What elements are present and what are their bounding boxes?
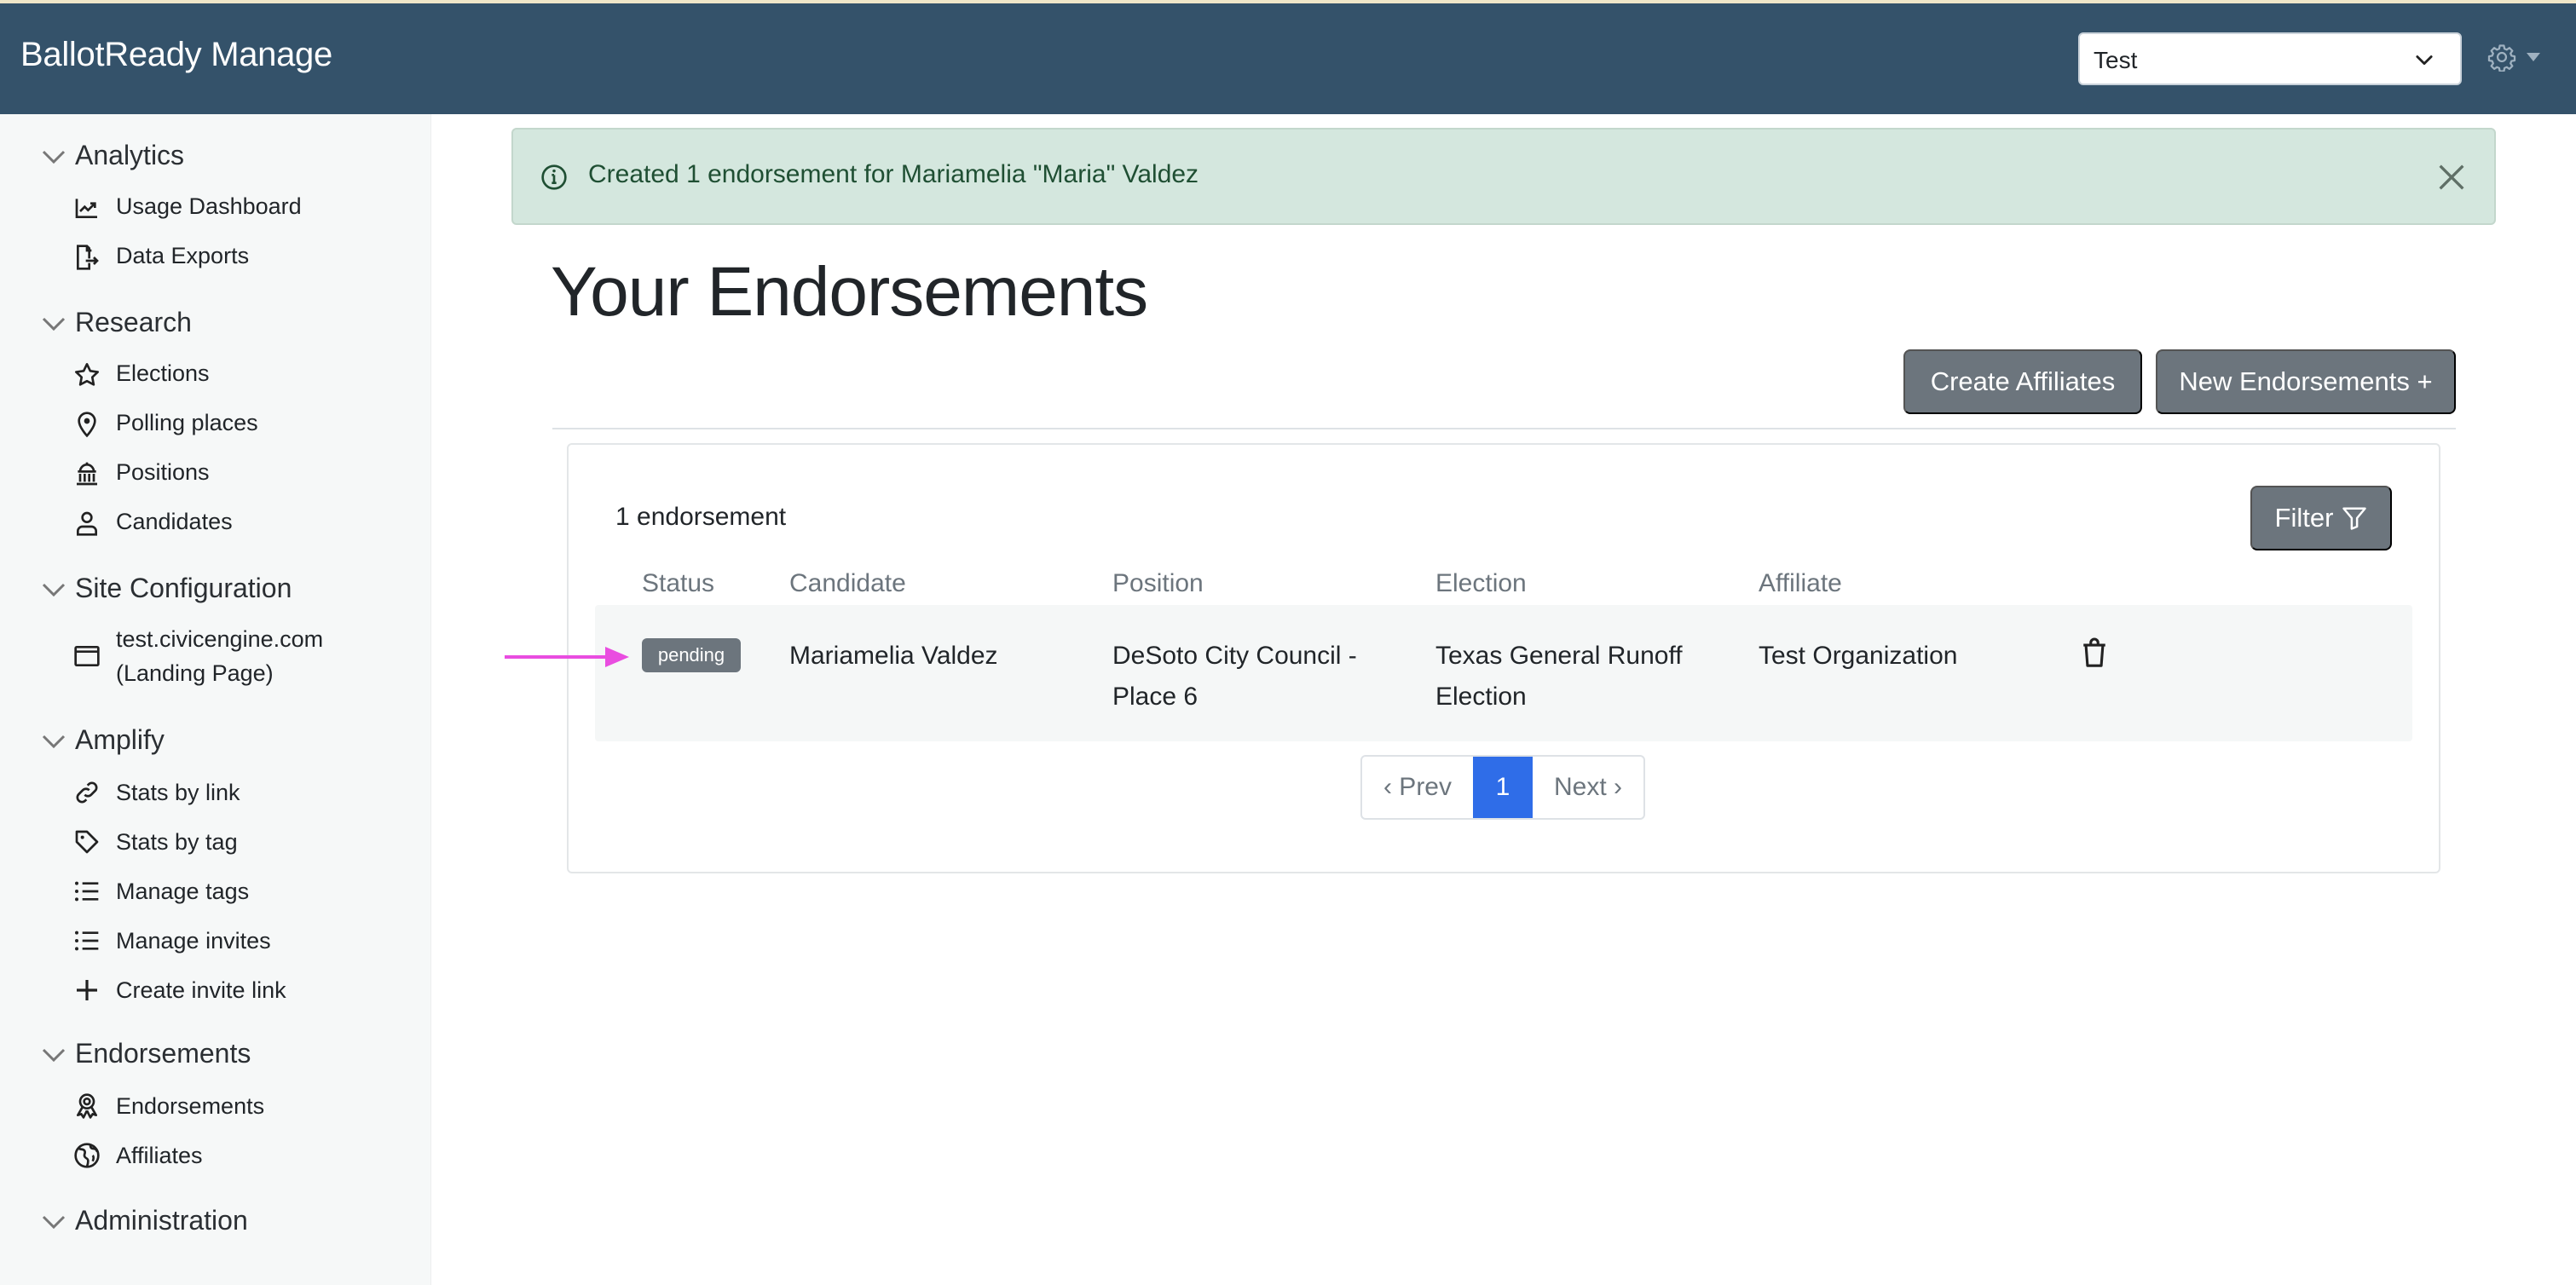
create-affiliates-button[interactable]: Create Affiliates: [1903, 349, 2142, 414]
sidebar-item-label: Polling places: [116, 410, 258, 435]
page-title: Your Endorsements: [551, 253, 1148, 331]
sidebar-item-candidates[interactable]: Candidates: [0, 504, 426, 547]
sidebar-item-label: test.civicengine.com: [116, 626, 324, 652]
sidebar-item-usage-dashboard[interactable]: Usage Dashboard: [0, 189, 426, 232]
cell-candidate[interactable]: Mariamelia Valdez: [789, 636, 998, 677]
caret-down-icon[interactable]: [2527, 53, 2540, 61]
sidebar-item-label: Manage tags: [116, 879, 250, 904]
gear-icon[interactable]: [2487, 43, 2516, 72]
column-header-candidate[interactable]: Candidate: [789, 569, 906, 598]
status-badge: pending: [642, 638, 741, 672]
sidebar: Analytics Usage Dashboard Data Exports R…: [0, 114, 431, 1285]
cell-position: DeSoto City Council - Place 6: [1112, 636, 1357, 717]
column-header-affiliate[interactable]: Affiliate: [1759, 569, 1842, 598]
sidebar-item-label: Elections: [116, 360, 210, 386]
sidebar-item-create-invite-link[interactable]: Create invite link: [0, 973, 426, 1016]
capitol-building-icon: [77, 462, 97, 486]
sidebar-item-polling-places[interactable]: Polling places: [0, 406, 426, 448]
sidebar-section-title: Amplify: [75, 724, 165, 755]
pagination-next[interactable]: Next ›: [1533, 757, 1643, 818]
chevron-down-icon: [42, 1215, 66, 1230]
sidebar-item-affiliates[interactable]: Affiliates: [0, 1138, 426, 1181]
plus-icon: [77, 980, 97, 1000]
sidebar-section-title: Research: [75, 307, 192, 337]
cell-election: Texas General Runoff Election: [1435, 636, 1683, 717]
sidebar-item-label: Manage invites: [116, 928, 271, 954]
sidebar-item-positions[interactable]: Positions: [0, 455, 426, 498]
chevron-down-icon: [42, 1048, 66, 1063]
sidebar-section-title: Analytics: [75, 140, 185, 170]
sidebar-item-stats-by-link[interactable]: Stats by link: [0, 775, 426, 818]
chevron-down-icon: [42, 317, 66, 331]
organization-select[interactable]: Test: [2078, 32, 2462, 85]
cell-affiliate: Test Organization: [1759, 642, 1958, 670]
list-icon: [75, 881, 99, 902]
pagination: ‹ Prev 1 Next ›: [1360, 755, 1645, 820]
link-icon: [76, 781, 98, 804]
alert-message: Created 1 endorsement for Mariamelia "Ma…: [588, 160, 1199, 188]
cell-position-line2: Place 6: [1112, 683, 1198, 711]
filter-button-label: Filter: [2274, 503, 2334, 533]
column-header-status[interactable]: Status: [642, 569, 714, 598]
file-export-icon: [77, 245, 99, 270]
sidebar-item-label: Endorsements: [116, 1093, 265, 1119]
new-endorsements-button[interactable]: New Endorsements +: [2156, 349, 2456, 414]
organization-select-value: Test: [2094, 47, 2138, 73]
sidebar-section-title: Endorsements: [75, 1038, 251, 1069]
pagination-page-1[interactable]: 1: [1473, 757, 1533, 818]
sidebar-item-stats-by-tag[interactable]: Stats by tag: [0, 825, 426, 867]
sidebar-item-label: Create invite link: [116, 977, 286, 1003]
sidebar-item-label: Candidates: [116, 509, 233, 534]
cell-election-line1: Texas General Runoff: [1435, 642, 1683, 670]
sidebar-item-manage-invites[interactable]: Manage invites: [0, 924, 426, 966]
chart-line-icon: [75, 199, 97, 218]
sidebar-item-manage-tags[interactable]: Manage tags: [0, 874, 426, 917]
filter-button[interactable]: Filter: [2250, 486, 2392, 550]
sidebar-item-elections[interactable]: Elections: [0, 356, 426, 399]
sidebar-item-label: Stats by tag: [116, 829, 238, 855]
trash-icon[interactable]: [2080, 637, 2109, 670]
person-icon: [77, 511, 97, 536]
chevron-down-icon: [42, 735, 66, 749]
sidebar-item-label-secondary: (Landing Page): [116, 660, 274, 686]
funnel-icon: [2342, 507, 2367, 530]
column-header-position[interactable]: Position: [1112, 569, 1204, 598]
sidebar-item-label: Stats by link: [116, 780, 240, 805]
divider: [552, 428, 2456, 429]
sidebar-item-label: Positions: [116, 459, 210, 485]
column-header-election[interactable]: Election: [1435, 569, 1527, 598]
browser-window-icon: [74, 646, 100, 666]
globe-icon: [74, 1143, 100, 1168]
sidebar-section-title: Administration: [75, 1205, 248, 1236]
sidebar-item-label: Data Exports: [116, 243, 250, 268]
chevron-down-icon: [2416, 55, 2433, 66]
sidebar-item-endorsements[interactable]: Endorsements: [0, 1089, 426, 1132]
sidebar-section-title: Site Configuration: [75, 573, 292, 603]
chevron-down-icon: [42, 583, 66, 597]
tag-icon: [75, 830, 99, 854]
close-icon[interactable]: [2434, 160, 2469, 194]
brand-title[interactable]: BallotReady Manage: [20, 36, 332, 74]
pagination-prev[interactable]: ‹ Prev: [1362, 757, 1473, 818]
sidebar-item-data-exports[interactable]: Data Exports: [0, 239, 426, 281]
award-ribbon-icon: [77, 1093, 97, 1119]
annotation-arrow-icon: [505, 647, 629, 667]
success-alert: Created 1 endorsement for Mariamelia "Ma…: [511, 128, 2496, 225]
chevron-down-icon: [42, 150, 66, 164]
star-icon: [75, 363, 99, 386]
endorsement-count: 1 endorsement: [615, 503, 787, 531]
sidebar-item-label: Usage Dashboard: [116, 193, 302, 219]
cell-position-line1: DeSoto City Council -: [1112, 642, 1357, 670]
sidebar-item-landing-page[interactable]: test.civicengine.com (Landing Page): [0, 622, 426, 694]
map-pin-icon: [78, 412, 96, 438]
sidebar-item-label: Affiliates: [116, 1143, 203, 1168]
list-icon: [75, 931, 99, 951]
info-circle-icon: [541, 164, 567, 190]
top-navbar: BallotReady Manage Test: [0, 3, 2576, 114]
cell-election-line2: Election: [1435, 683, 1527, 711]
